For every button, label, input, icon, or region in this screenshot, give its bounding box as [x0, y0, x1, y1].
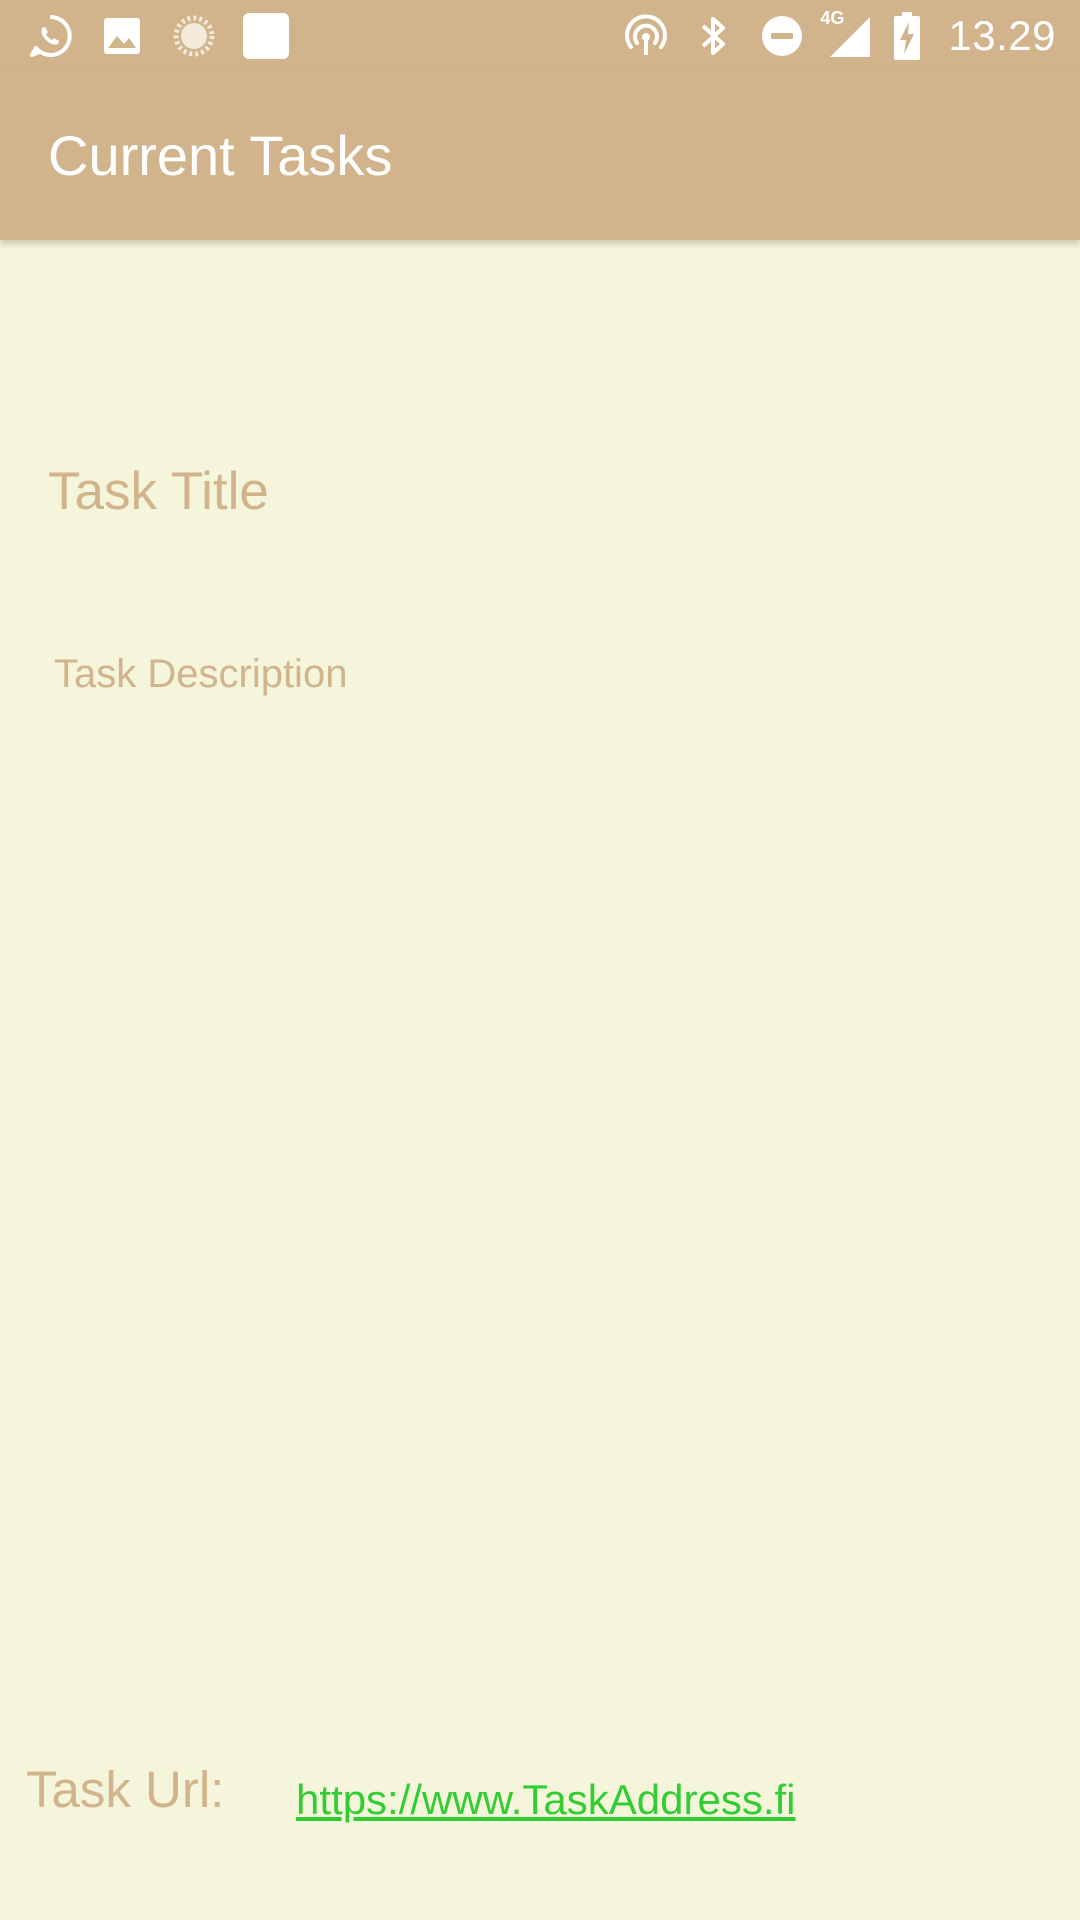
task-title: Task Title [48, 462, 269, 521]
system-icons: 4G 13.29 [622, 8, 1056, 60]
image-icon [98, 12, 146, 60]
bluetooth-icon [690, 12, 738, 60]
loading-icon [170, 12, 218, 60]
signal-4g-icon: 4G [820, 8, 872, 60]
clock: 13.29 [948, 12, 1056, 59]
do-not-disturb-icon [758, 12, 806, 60]
hotspot-icon [622, 12, 670, 60]
app-bar: Current Tasks [0, 72, 1080, 240]
task-url-label: Task Url: [26, 1761, 225, 1818]
task-url-link[interactable]: https://www.TaskAddress.fi [296, 1774, 796, 1826]
network-label: 4G [820, 8, 845, 28]
square-icon [242, 12, 290, 60]
task-description: Task Description [54, 652, 348, 696]
battery-charging-icon [892, 12, 922, 60]
whatsapp-icon [26, 12, 74, 60]
page-title: Current Tasks [48, 124, 393, 187]
notification-icons [26, 12, 290, 60]
status-bar: 4G 13.29 [0, 0, 1080, 72]
